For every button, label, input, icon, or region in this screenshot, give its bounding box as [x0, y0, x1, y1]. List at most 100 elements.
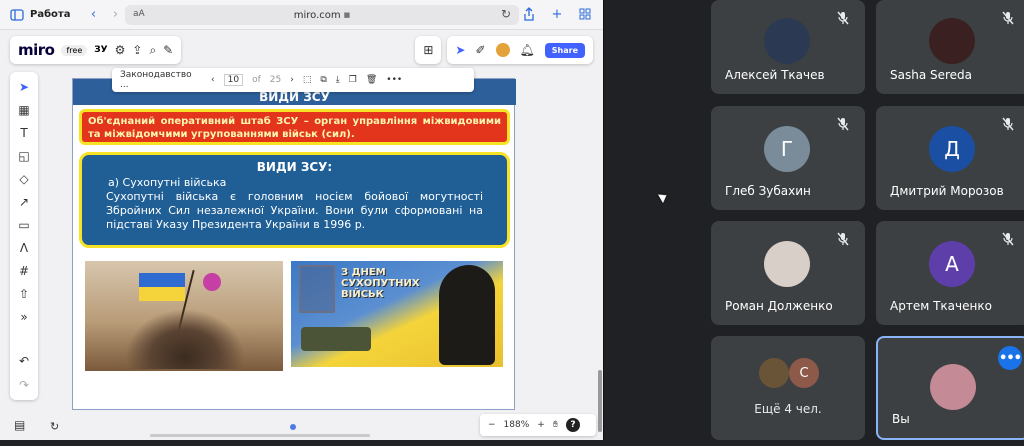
participant-tile[interactable]: Роман Долженко — [711, 221, 865, 325]
ukraine-flag-icon — [139, 273, 185, 301]
avatar: Д — [929, 126, 975, 172]
self-tile[interactable]: ••• Вы — [876, 336, 1024, 440]
prev-slide-icon[interactable]: ‹ — [211, 75, 215, 85]
refresh-icon[interactable]: ↻ — [50, 420, 59, 433]
avatar — [764, 241, 810, 287]
zoom-level[interactable]: 188% — [504, 420, 530, 430]
mic-off-icon — [833, 114, 853, 134]
participant-tile[interactable]: Д Дмитрий Морозов — [876, 106, 1024, 210]
tab-overview-icon[interactable] — [576, 5, 594, 23]
presentation-name[interactable]: Законодавство ... — [120, 70, 202, 90]
address-bar[interactable]: аА miro.com ■ ↻ — [125, 5, 519, 25]
avatar: А — [929, 241, 975, 287]
miro-board-menu: miro free ЗУ ⚙ ⇪ ⌕ ✎ — [10, 36, 182, 64]
select-tool-icon[interactable]: ➤ — [14, 78, 34, 96]
shapes-icon[interactable]: ◇ — [14, 170, 34, 188]
redo-icon[interactable]: ↷ — [14, 376, 34, 394]
frame-table-icon[interactable]: ▦ — [14, 101, 34, 119]
soldier-silhouette-icon — [439, 265, 495, 365]
board-panel-icon[interactable]: ▤ — [14, 418, 25, 432]
reload-icon[interactable]: ↻ — [501, 7, 511, 21]
others-tile[interactable]: С Ещё 4 чел. — [711, 336, 865, 440]
notifications-icon[interactable]: 🔔︎ — [520, 43, 535, 57]
back-icon[interactable]: ‹ — [84, 6, 102, 24]
frame-pager-dot[interactable] — [290, 424, 296, 430]
comment-icon[interactable]: ▭ — [14, 216, 34, 234]
collab-box: ➤ ✐ 🔔︎ Share — [447, 36, 593, 64]
text-tool-icon[interactable]: T — [14, 124, 34, 142]
blue-box-heading: ВИДИ ЗСУ: — [256, 160, 333, 174]
zoom-controls: − 188% + ✋︎ ? — [480, 414, 596, 436]
more-options-icon[interactable]: ••• — [386, 75, 402, 85]
reader-aa-button[interactable]: аА — [133, 9, 145, 19]
avatar — [929, 18, 975, 64]
mic-off-icon — [833, 229, 853, 249]
board-name[interactable]: ЗУ — [94, 45, 107, 55]
avatar — [759, 358, 789, 388]
connector-icon[interactable]: ↗ — [14, 193, 34, 211]
participant-tile[interactable]: Sasha Sereda — [876, 0, 1024, 94]
address-text: miro.com — [293, 9, 341, 21]
timer-icon[interactable]: ✐ — [475, 43, 485, 57]
upload-tool-icon[interactable]: ⇧ — [14, 285, 34, 303]
forward-icon[interactable]: › — [106, 6, 124, 24]
participant-name: Sasha Sereda — [890, 68, 973, 82]
sticky-note-icon[interactable]: ◱ — [14, 147, 34, 165]
slide-frame[interactable]: ВИДИ ЗСУ Об'єднаний оперативний штаб ЗСУ… — [72, 78, 516, 410]
mic-off-icon — [833, 8, 853, 28]
new-tab-icon[interactable]: + — [548, 5, 566, 23]
browser-toolbar: Работа ‹ › аА miro.com ■ ↻ + — [0, 0, 603, 30]
avatar — [764, 18, 810, 64]
participant-name: Алексей Ткачев — [725, 68, 825, 82]
bookmark-icon[interactable]: ⬚ — [303, 75, 312, 85]
frame-icon[interactable]: # — [14, 262, 34, 280]
slide-of-label: of — [252, 75, 261, 85]
upload-icon[interactable]: ⇪ — [132, 43, 142, 57]
mic-off-icon — [998, 229, 1018, 249]
apps-box: ⊞ — [415, 36, 442, 64]
delete-icon[interactable]: 🗑︎ — [366, 75, 377, 85]
horizontal-scrollbar[interactable] — [150, 434, 370, 437]
tab-group-label[interactable]: Работа — [30, 9, 70, 20]
shared-screen: Работа ‹ › аА miro.com ■ ↻ + miro free З… — [0, 0, 604, 440]
participant-tile[interactable]: Г Глеб Зубахин — [711, 106, 865, 210]
share-icon[interactable] — [520, 5, 538, 23]
hand-tool-icon[interactable]: ✋︎ — [553, 420, 558, 430]
user-avatar[interactable] — [495, 43, 510, 57]
miro-logo[interactable]: miro — [18, 41, 55, 59]
participant-tile[interactable]: А Артем Ткаченко — [876, 221, 1024, 325]
reactions-icon[interactable]: ➤ — [455, 43, 465, 57]
more-tools-icon[interactable]: » — [14, 308, 34, 326]
mic-off-icon — [998, 114, 1018, 134]
duplicate-icon[interactable]: ❐ — [349, 75, 357, 85]
help-button[interactable]: ? — [565, 418, 580, 432]
share-button[interactable]: Share — [544, 42, 585, 58]
next-slide-icon[interactable]: › — [290, 75, 294, 85]
land-forces-day-image: З ДНЕМ СУХОПУТНИХ ВІЙСЬК — [291, 261, 503, 367]
avatar: Г — [764, 126, 810, 172]
meeting-screen: Работа ‹ › аА miro.com ■ ↻ + miro free З… — [0, 0, 1024, 446]
tank-icon — [301, 327, 371, 351]
sidebar-toggle-icon[interactable] — [8, 6, 26, 24]
more-options-button[interactable]: ••• — [998, 346, 1022, 370]
participant-tile[interactable]: Алексей Ткачев — [711, 0, 865, 94]
apps-icon[interactable]: ⊞ — [423, 43, 433, 57]
others-label: Ещё 4 чел. — [754, 402, 822, 416]
zoom-out-button[interactable]: − — [488, 420, 496, 430]
download-icon[interactable]: ⤓ — [336, 75, 340, 85]
copy-icon[interactable]: ⧉ — [320, 75, 326, 85]
blue-box-text: Сухопутні війська є головним носієм бойо… — [106, 190, 483, 231]
search-icon[interactable]: ⌕ — [149, 43, 156, 58]
plan-badge[interactable]: free — [61, 44, 88, 56]
settings-icon[interactable]: ⚙ — [115, 43, 126, 57]
participant-name: Глеб Зубахин — [725, 184, 811, 198]
undo-icon[interactable]: ↶ — [14, 352, 34, 370]
lock-icon: ■ — [343, 11, 351, 19]
slide-number-input[interactable]: 10 — [223, 74, 244, 86]
image-headline: З ДНЕМ СУХОПУТНИХ ВІЙСЬК — [341, 267, 420, 300]
magic-icon[interactable]: ✎ — [163, 43, 173, 57]
zoom-in-button[interactable]: + — [537, 420, 545, 430]
pen-icon[interactable]: Λ — [14, 239, 34, 257]
mouse-cursor-icon — [657, 190, 670, 204]
participant-name: Артем Ткаченко — [890, 299, 992, 313]
